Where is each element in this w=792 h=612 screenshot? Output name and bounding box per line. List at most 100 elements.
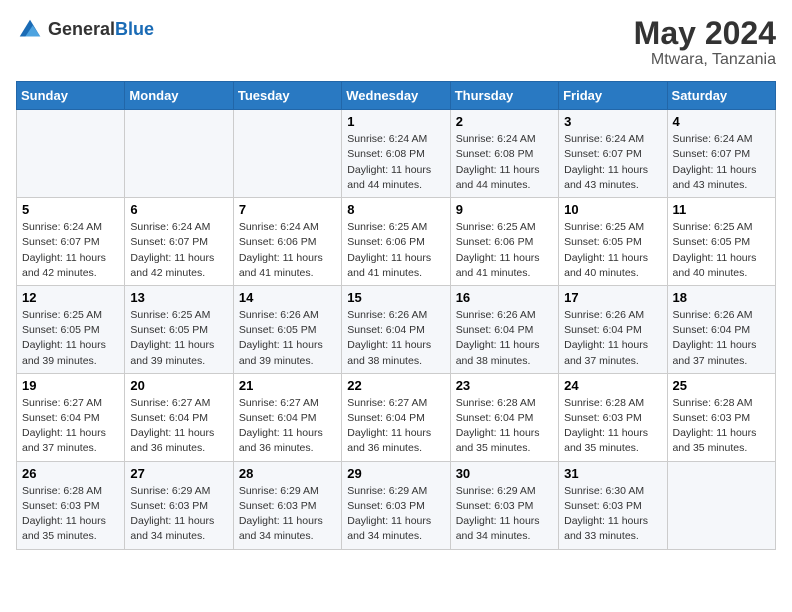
day-info: Sunrise: 6:24 AMSunset: 6:08 PMDaylight:… <box>347 132 444 193</box>
day-info: Sunrise: 6:24 AMSunset: 6:07 PMDaylight:… <box>22 220 119 281</box>
day-number: 4 <box>673 114 770 129</box>
page-header: GeneralBlue May 2024 Mtwara, Tanzania <box>16 16 776 69</box>
day-number: 14 <box>239 290 336 305</box>
day-number: 31 <box>564 466 661 481</box>
day-number: 11 <box>673 202 770 217</box>
day-info: Sunrise: 6:25 AMSunset: 6:05 PMDaylight:… <box>673 220 770 281</box>
calendar-cell: 4 Sunrise: 6:24 AMSunset: 6:07 PMDaylight… <box>667 110 775 198</box>
day-number: 15 <box>347 290 444 305</box>
calendar-cell: 9 Sunrise: 6:25 AMSunset: 6:06 PMDaylight… <box>450 198 558 286</box>
day-info: Sunrise: 6:29 AMSunset: 6:03 PMDaylight:… <box>347 484 444 545</box>
day-info: Sunrise: 6:28 AMSunset: 6:03 PMDaylight:… <box>564 396 661 457</box>
column-header-thursday: Thursday <box>450 82 558 110</box>
day-info: Sunrise: 6:25 AMSunset: 6:06 PMDaylight:… <box>347 220 444 281</box>
logo: GeneralBlue <box>16 16 154 44</box>
calendar-cell: 25 Sunrise: 6:28 AMSunset: 6:03 PMDayligh… <box>667 373 775 461</box>
day-number: 29 <box>347 466 444 481</box>
day-number: 1 <box>347 114 444 129</box>
day-number: 26 <box>22 466 119 481</box>
calendar-cell: 26 Sunrise: 6:28 AMSunset: 6:03 PMDayligh… <box>17 461 125 549</box>
calendar-cell <box>125 110 233 198</box>
day-info: Sunrise: 6:30 AMSunset: 6:03 PMDaylight:… <box>564 484 661 545</box>
logo-text-blue: Blue <box>115 19 154 39</box>
column-header-friday: Friday <box>559 82 667 110</box>
day-number: 10 <box>564 202 661 217</box>
calendar-cell: 21 Sunrise: 6:27 AMSunset: 6:04 PMDayligh… <box>233 373 341 461</box>
day-number: 21 <box>239 378 336 393</box>
calendar-cell: 14 Sunrise: 6:26 AMSunset: 6:05 PMDayligh… <box>233 285 341 373</box>
day-number: 22 <box>347 378 444 393</box>
day-info: Sunrise: 6:29 AMSunset: 6:03 PMDaylight:… <box>239 484 336 545</box>
calendar-cell <box>667 461 775 549</box>
day-info: Sunrise: 6:25 AMSunset: 6:06 PMDaylight:… <box>456 220 553 281</box>
calendar-cell: 22Sunrise: 6:27 AMSunset: 6:04 PMDayligh… <box>342 373 450 461</box>
calendar-cell: 1 Sunrise: 6:24 AMSunset: 6:08 PMDaylight… <box>342 110 450 198</box>
calendar-cell: 29 Sunrise: 6:29 AMSunset: 6:03 PMDayligh… <box>342 461 450 549</box>
day-number: 27 <box>130 466 227 481</box>
day-info: Sunrise: 6:28 AMSunset: 6:03 PMDaylight:… <box>22 484 119 545</box>
calendar-table: SundayMondayTuesdayWednesdayThursdayFrid… <box>16 81 776 549</box>
day-number: 3 <box>564 114 661 129</box>
calendar-cell: 13Sunrise: 6:25 AMSunset: 6:05 PMDayligh… <box>125 285 233 373</box>
calendar-cell: 6Sunrise: 6:24 AMSunset: 6:07 PMDaylight… <box>125 198 233 286</box>
day-info: Sunrise: 6:24 AMSunset: 6:06 PMDaylight:… <box>239 220 336 281</box>
title-block: May 2024 Mtwara, Tanzania <box>634 16 776 69</box>
calendar-cell: 12Sunrise: 6:25 AMSunset: 6:05 PMDayligh… <box>17 285 125 373</box>
calendar-week-3: 12 Sunrise: 6:25 AMSunset: 6:05 PMDayligh… <box>17 285 776 373</box>
day-info: Sunrise: 6:24 AMSunset: 6:07 PMDaylight:… <box>673 132 770 193</box>
calendar-cell: 24 Sunrise: 6:28 AMSunset: 6:03 PMDayligh… <box>559 373 667 461</box>
calendar-cell: 5Sunrise: 6:24 AMSunset: 6:07 PMDaylight… <box>17 198 125 286</box>
sub-title: Mtwara, Tanzania <box>634 51 776 69</box>
calendar-week-1: 1 Sunrise: 6:24 AMSunset: 6:08 PMDaylight… <box>17 110 776 198</box>
logo-icon <box>16 16 44 44</box>
calendar-cell <box>17 110 125 198</box>
calendar-week-5: 26 Sunrise: 6:28 AMSunset: 6:03 PMDayligh… <box>17 461 776 549</box>
calendar-cell: 20Sunrise: 6:27 AMSunset: 6:04 PMDayligh… <box>125 373 233 461</box>
calendar-cell: 31 Sunrise: 6:30 AMSunset: 6:03 PMDayligh… <box>559 461 667 549</box>
day-number: 28 <box>239 466 336 481</box>
calendar-cell: 11 Sunrise: 6:25 AMSunset: 6:05 PMDayligh… <box>667 198 775 286</box>
column-header-wednesday: Wednesday <box>342 82 450 110</box>
calendar-week-2: 5Sunrise: 6:24 AMSunset: 6:07 PMDaylight… <box>17 198 776 286</box>
day-info: Sunrise: 6:29 AMSunset: 6:03 PMDaylight:… <box>130 484 227 545</box>
main-title: May 2024 <box>634 16 776 51</box>
calendar-cell: 27 Sunrise: 6:29 AMSunset: 6:03 PMDayligh… <box>125 461 233 549</box>
day-number: 17 <box>564 290 661 305</box>
calendar-week-4: 19Sunrise: 6:27 AMSunset: 6:04 PMDayligh… <box>17 373 776 461</box>
day-info: Sunrise: 6:26 AMSunset: 6:04 PMDaylight:… <box>456 308 553 369</box>
day-number: 16 <box>456 290 553 305</box>
day-info: Sunrise: 6:28 AMSunset: 6:04 PMDaylight:… <box>456 396 553 457</box>
column-header-sunday: Sunday <box>17 82 125 110</box>
day-info: Sunrise: 6:29 AMSunset: 6:03 PMDaylight:… <box>456 484 553 545</box>
logo-text-general: General <box>48 19 115 39</box>
column-header-saturday: Saturday <box>667 82 775 110</box>
calendar-cell: 30 Sunrise: 6:29 AMSunset: 6:03 PMDayligh… <box>450 461 558 549</box>
day-number: 9 <box>456 202 553 217</box>
day-info: Sunrise: 6:25 AMSunset: 6:05 PMDaylight:… <box>130 308 227 369</box>
day-info: Sunrise: 6:27 AMSunset: 6:04 PMDaylight:… <box>22 396 119 457</box>
calendar-cell: 15Sunrise: 6:26 AMSunset: 6:04 PMDayligh… <box>342 285 450 373</box>
calendar-cell: 16 Sunrise: 6:26 AMSunset: 6:04 PMDayligh… <box>450 285 558 373</box>
day-info: Sunrise: 6:25 AMSunset: 6:05 PMDaylight:… <box>564 220 661 281</box>
calendar-cell: 3Sunrise: 6:24 AMSunset: 6:07 PMDaylight… <box>559 110 667 198</box>
calendar-cell: 28 Sunrise: 6:29 AMSunset: 6:03 PMDayligh… <box>233 461 341 549</box>
calendar-cell: 17Sunrise: 6:26 AMSunset: 6:04 PMDayligh… <box>559 285 667 373</box>
day-number: 23 <box>456 378 553 393</box>
day-number: 8 <box>347 202 444 217</box>
day-info: Sunrise: 6:26 AMSunset: 6:04 PMDaylight:… <box>673 308 770 369</box>
day-info: Sunrise: 6:27 AMSunset: 6:04 PMDaylight:… <box>130 396 227 457</box>
day-info: Sunrise: 6:28 AMSunset: 6:03 PMDaylight:… <box>673 396 770 457</box>
day-number: 12 <box>22 290 119 305</box>
day-info: Sunrise: 6:24 AMSunset: 6:08 PMDaylight:… <box>456 132 553 193</box>
day-number: 25 <box>673 378 770 393</box>
day-number: 6 <box>130 202 227 217</box>
day-info: Sunrise: 6:26 AMSunset: 6:05 PMDaylight:… <box>239 308 336 369</box>
calendar-cell: 19Sunrise: 6:27 AMSunset: 6:04 PMDayligh… <box>17 373 125 461</box>
day-number: 24 <box>564 378 661 393</box>
day-info: Sunrise: 6:27 AMSunset: 6:04 PMDaylight:… <box>239 396 336 457</box>
calendar-cell <box>233 110 341 198</box>
calendar-cell: 7Sunrise: 6:24 AMSunset: 6:06 PMDaylight… <box>233 198 341 286</box>
day-number: 30 <box>456 466 553 481</box>
day-number: 2 <box>456 114 553 129</box>
calendar-cell: 23 Sunrise: 6:28 AMSunset: 6:04 PMDayligh… <box>450 373 558 461</box>
